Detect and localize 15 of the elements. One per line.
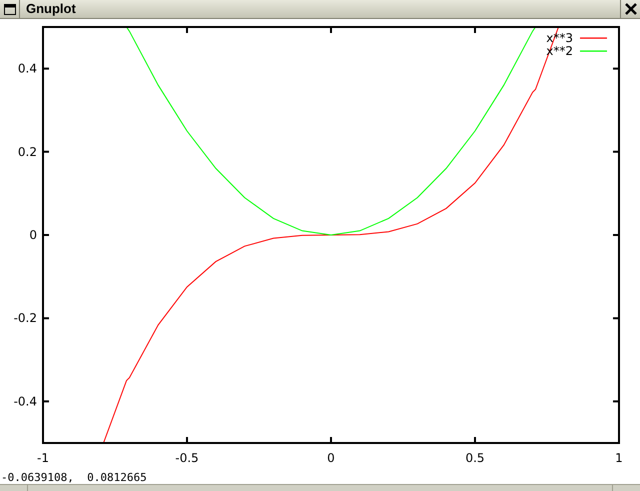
tick-label: 0.5 [465,451,485,465]
tick-label: 1 [615,451,623,465]
close-icon [624,3,636,15]
close-button[interactable] [620,0,640,18]
tick-label: -0.2 [14,311,37,326]
status-text: -0.0639108, 0.0812665 [1,472,147,484]
tick-label: -0.4 [14,394,37,408]
tick-label: 0 [327,451,335,465]
tick-label: -1 [37,451,49,465]
window-title: Gnuplot [26,0,76,18]
window-icon [4,4,16,14]
tick-label: 0.2 [18,144,37,159]
tick-label: -0.5 [175,451,199,465]
tick-label: 0.4 [18,62,37,76]
tick-label: 0 [29,228,37,242]
